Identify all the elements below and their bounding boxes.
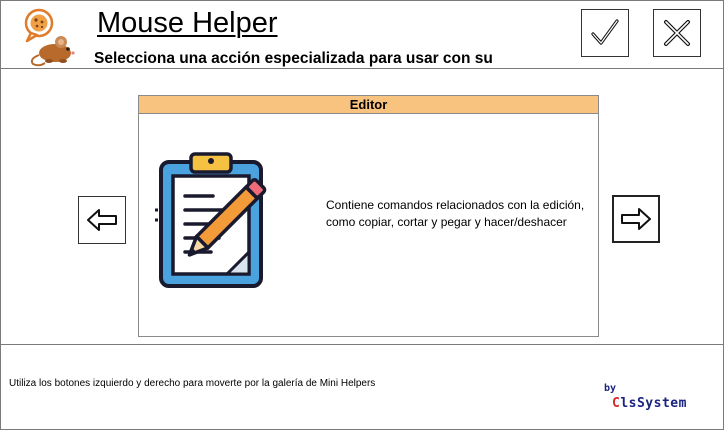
checkmark-icon: [591, 19, 619, 45]
header: Mouse Helper Selecciona una acción espec…: [1, 1, 723, 69]
by-label: by: [604, 383, 617, 394]
card-title: Editor: [139, 96, 598, 114]
helper-card: Editor Contiene comandos relacionados co…: [138, 95, 599, 337]
mouse-cookie-icon: [24, 8, 75, 67]
footer: Utiliza los botones izquierdo y derecho …: [1, 344, 723, 430]
card-description: Contiene comandos relacionados con la ed…: [326, 198, 585, 229]
clipboard-pencil-icon: [155, 152, 267, 288]
close-x-icon: [664, 20, 690, 46]
confirm-button[interactable]: [581, 9, 629, 57]
arrow-right-icon: [621, 208, 651, 230]
navigation-hint: Utiliza los botones izquierdo y derecho …: [9, 378, 376, 389]
app-subtitle: Selecciona una acción especializada para…: [94, 50, 493, 67]
mouse-helper-window: Mouse Helper Selecciona una acción espec…: [0, 0, 724, 430]
brand-rest: lsSystem: [620, 396, 687, 411]
arrow-left-icon: [87, 209, 117, 231]
close-button[interactable]: [653, 9, 701, 57]
previous-helper-button[interactable]: [78, 196, 126, 244]
brand-logo: ClsSystem: [612, 396, 687, 411]
next-helper-button[interactable]: [612, 195, 660, 243]
app-title: Mouse Helper: [97, 7, 278, 39]
